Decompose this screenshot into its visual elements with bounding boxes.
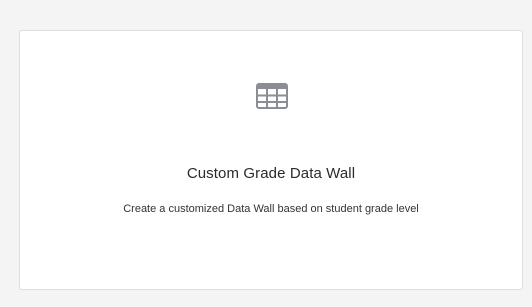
card-description: Create a customized Data Wall based on s… — [123, 203, 419, 215]
card-title: Custom Grade Data Wall — [186, 165, 356, 182]
grid-table-icon — [256, 83, 288, 109]
custom-grade-data-wall-card[interactable]: Custom Grade Data Wall Create a customiz… — [19, 30, 523, 290]
